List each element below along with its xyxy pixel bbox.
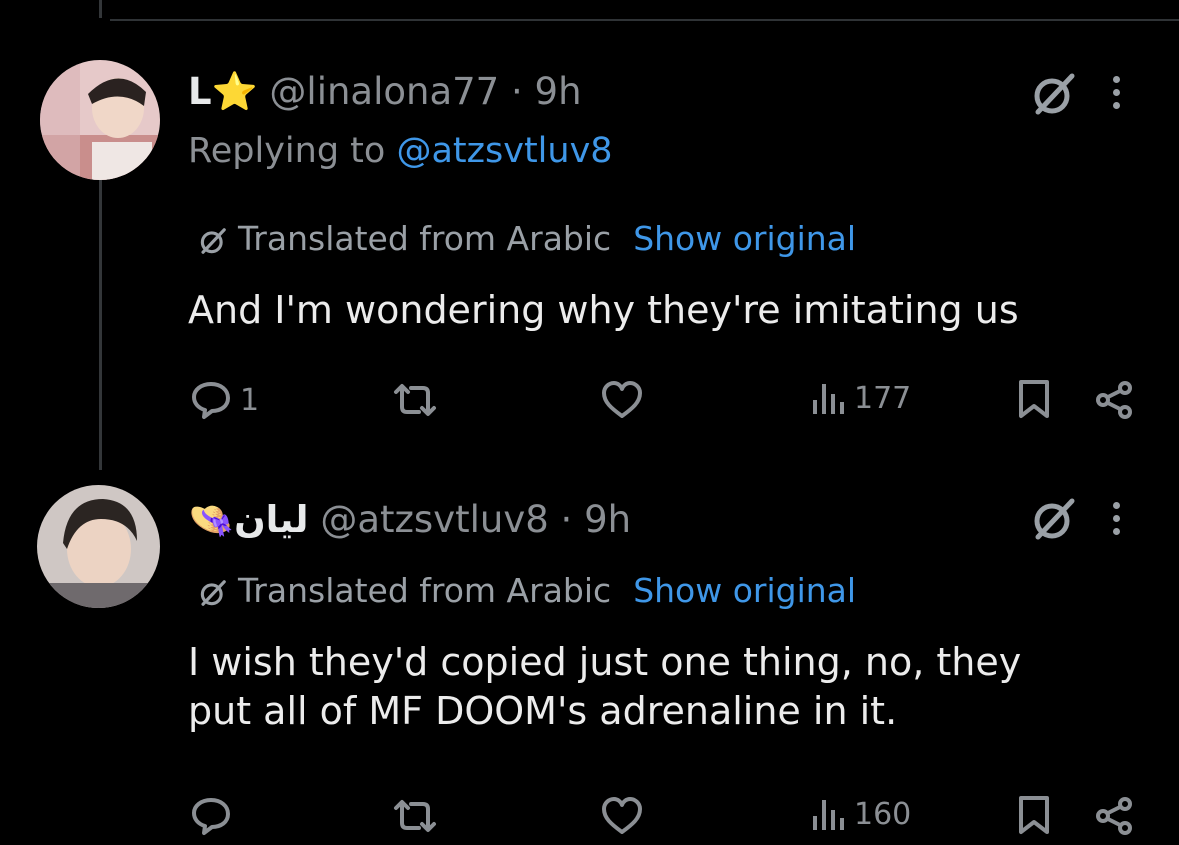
show-original-link[interactable]: Show original bbox=[633, 571, 856, 610]
replying-to-line: Replying to @atzsvtluv8 bbox=[188, 129, 613, 173]
like-icon bbox=[602, 797, 642, 834]
tweet-1-header: L⭐ @linalona77 · 9h bbox=[188, 69, 582, 115]
avatar-atzsvtluv8[interactable] bbox=[37, 485, 160, 608]
reply-icon bbox=[192, 382, 230, 419]
separator: · bbox=[511, 70, 523, 113]
handle[interactable]: @linalona77 bbox=[269, 70, 499, 113]
display-name[interactable]: ليان bbox=[234, 498, 308, 541]
replying-prefix: Replying to bbox=[188, 131, 386, 171]
bookmark-button[interactable] bbox=[1017, 379, 1051, 419]
display-name[interactable]: L bbox=[188, 70, 212, 113]
bookmark-icon bbox=[1019, 796, 1049, 834]
star-emoji: ⭐ bbox=[211, 70, 258, 113]
handle[interactable]: @atzsvtluv8 bbox=[320, 498, 548, 541]
retweet-icon bbox=[394, 800, 436, 832]
more-icon[interactable] bbox=[1113, 76, 1123, 115]
replying-to-link[interactable]: @atzsvtluv8 bbox=[396, 131, 612, 171]
bookmark-button[interactable] bbox=[1017, 795, 1051, 835]
reply-button[interactable]: 1 bbox=[190, 380, 259, 420]
reply-button[interactable] bbox=[190, 796, 232, 836]
tweet-text: And I'm wondering why they're imitating … bbox=[188, 288, 1019, 332]
translate-icon bbox=[200, 580, 226, 606]
share-icon bbox=[1096, 381, 1132, 419]
retweet-icon bbox=[394, 384, 436, 416]
avatar-image bbox=[40, 60, 160, 180]
translation-row: Translated from Arabic Show original bbox=[198, 571, 856, 611]
grok-icon[interactable] bbox=[1030, 70, 1078, 118]
reply-icon bbox=[192, 798, 230, 835]
like-button[interactable] bbox=[601, 797, 643, 835]
views-icon bbox=[813, 800, 844, 830]
translation-row: Translated from Arabic Show original bbox=[198, 219, 856, 259]
retweet-button[interactable] bbox=[392, 799, 438, 833]
translated-label: Translated from Arabic bbox=[238, 571, 612, 610]
views-icon bbox=[813, 384, 844, 414]
views-button[interactable]: 177 bbox=[810, 380, 911, 416]
tweet-2-header: 👒ليان @atzsvtluv8 · 9h bbox=[188, 497, 631, 543]
show-original-link[interactable]: Show original bbox=[633, 219, 856, 258]
avatar-linalona77[interactable] bbox=[40, 60, 160, 180]
timestamp[interactable]: 9h bbox=[584, 498, 631, 541]
hat-emoji: 👒 bbox=[188, 498, 235, 541]
translate-icon bbox=[200, 228, 226, 254]
like-button[interactable] bbox=[601, 381, 643, 419]
views-button[interactable]: 160 bbox=[810, 796, 911, 832]
thread-line bbox=[99, 178, 102, 470]
share-button[interactable] bbox=[1094, 380, 1136, 420]
translated-label: Translated from Arabic bbox=[238, 219, 612, 258]
bookmark-icon bbox=[1019, 380, 1049, 418]
top-divider bbox=[110, 19, 1179, 21]
more-icon[interactable] bbox=[1113, 502, 1123, 541]
views-count: 177 bbox=[854, 380, 912, 416]
share-icon bbox=[1096, 797, 1132, 835]
separator: · bbox=[560, 498, 573, 541]
retweet-button[interactable] bbox=[392, 383, 438, 417]
tweet-text: I wish they'd copied just one thing, no,… bbox=[188, 640, 1022, 733]
reply-count: 1 bbox=[240, 382, 260, 418]
avatar-image bbox=[37, 485, 160, 608]
grok-icon[interactable] bbox=[1030, 495, 1078, 543]
like-icon bbox=[602, 381, 642, 418]
thread-line-top bbox=[99, 0, 102, 18]
timestamp[interactable]: 9h bbox=[535, 70, 582, 113]
views-count: 160 bbox=[854, 796, 912, 832]
share-button[interactable] bbox=[1094, 796, 1136, 836]
